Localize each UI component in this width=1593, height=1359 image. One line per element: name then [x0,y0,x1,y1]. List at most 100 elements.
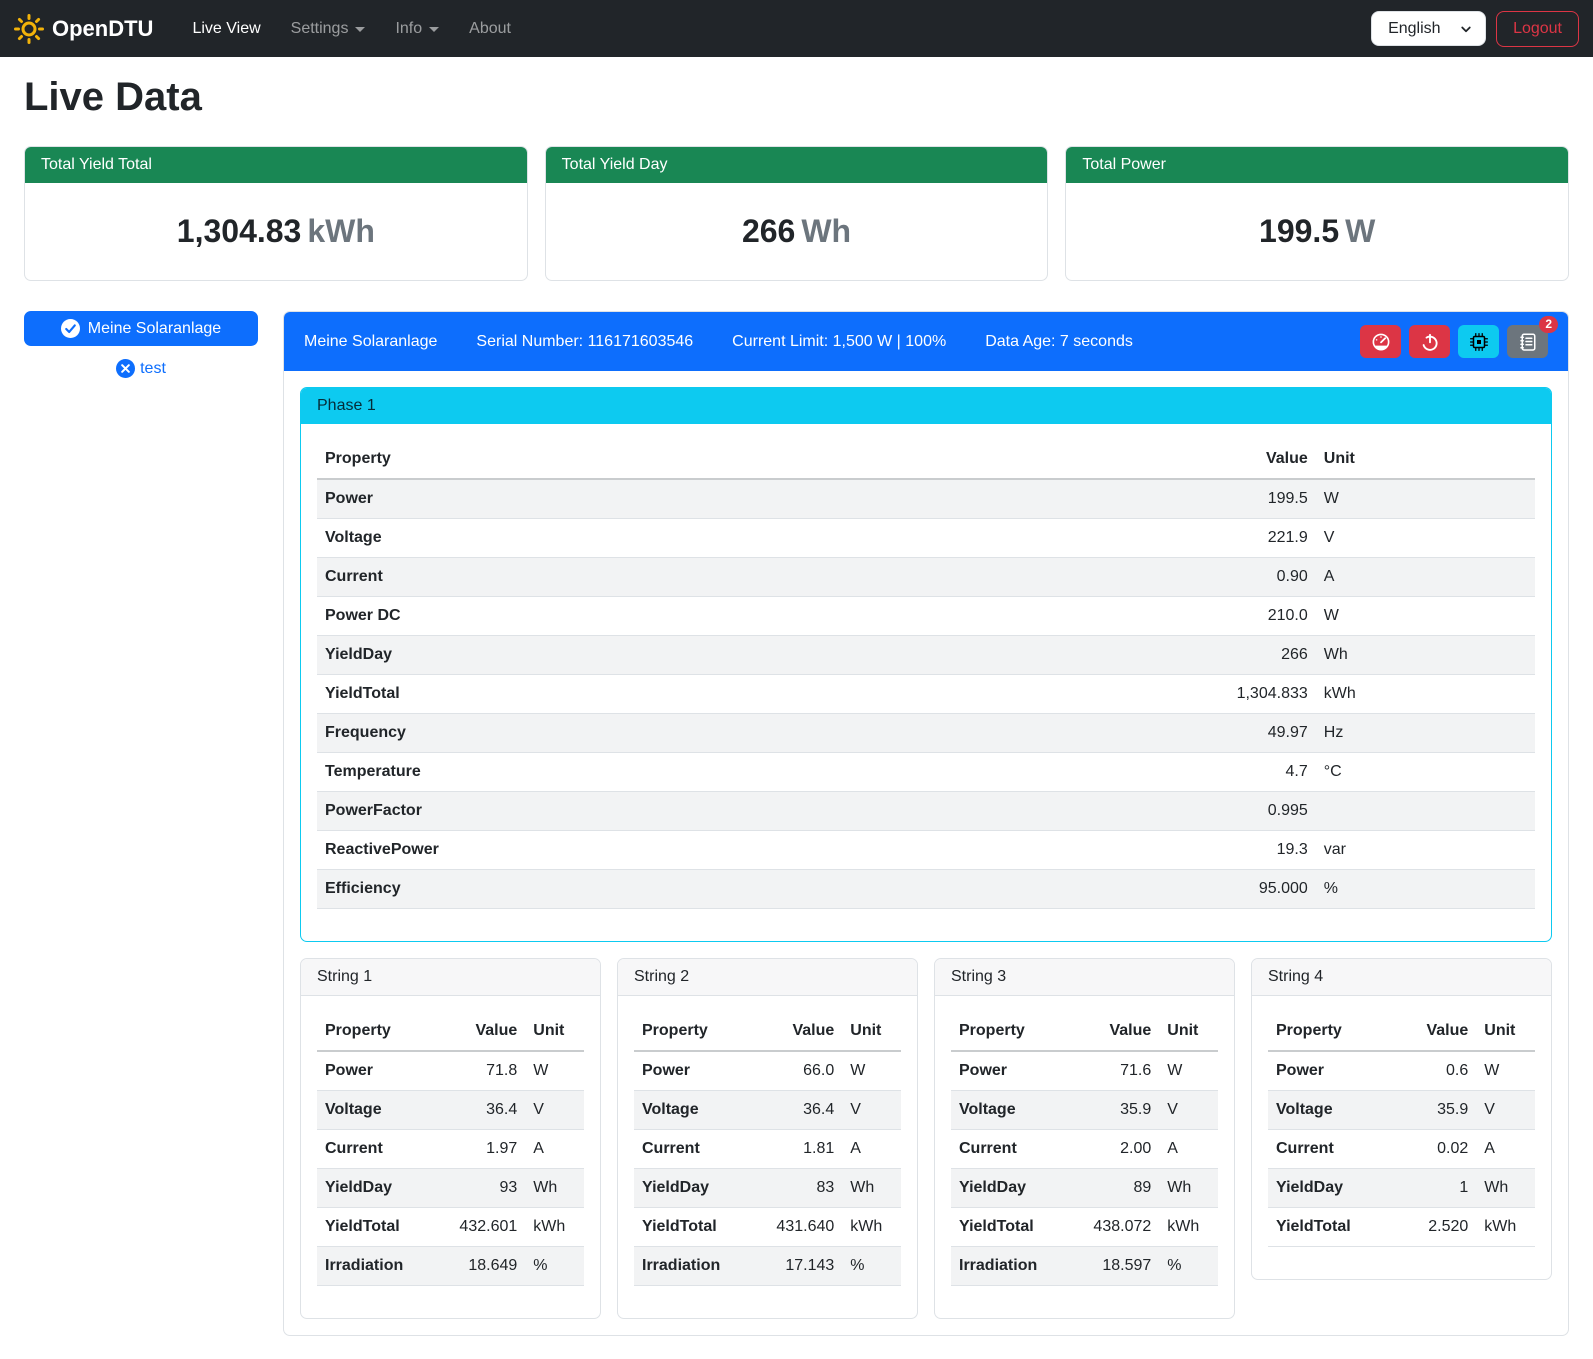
unit-cell: W [842,1051,901,1091]
table-row: Voltage36.4V [634,1091,901,1130]
nav-item-label: Info [395,20,422,38]
event-log-button[interactable]: 2 [1507,325,1548,358]
table-header-row: Property Value Unit [317,440,1535,479]
value-cell: 36.4 [746,1091,842,1130]
device-info-button[interactable] [1458,325,1499,358]
value-cell: 66.0 [746,1051,842,1091]
inverter-serial: Serial Number: 116171603546 [476,333,693,351]
unit-cell: % [1159,1247,1218,1286]
column-header-value: Value [1380,1012,1476,1051]
table-row: Voltage36.4V [317,1091,584,1130]
brand[interactable]: OpenDTU [14,14,153,44]
table-row: YieldTotal1,304.833kWh [317,675,1535,714]
property-cell: PowerFactor [317,792,1133,831]
phase-panel: Phase 1 Property Value Unit Power199.5WV… [300,387,1552,942]
column-header-value: Value [429,1012,525,1051]
value-cell: 0.02 [1380,1130,1476,1169]
string-table: Property Value Unit Power0.6WVoltage35.9… [1268,1012,1535,1247]
table-header-row: Property Value Unit [951,1012,1218,1051]
property-cell: Current [317,1130,429,1169]
property-cell: ReactivePower [317,831,1133,870]
property-cell: Voltage [317,519,1133,558]
value-cell: 432.601 [429,1208,525,1247]
column-header-property: Property [317,1012,429,1051]
unit-cell: A [1476,1130,1535,1169]
unit-cell: °C [1316,753,1535,792]
unit-cell: V [1316,519,1535,558]
unit-cell: V [1159,1091,1218,1130]
navbar-right: English Logout [1371,11,1579,47]
check-circle-icon [61,319,80,338]
unit-cell: W [1159,1051,1218,1091]
inverter-selected-button[interactable]: Meine Solaranlage [24,311,258,346]
chevron-down-icon [355,27,365,32]
top-navbar: OpenDTU Live View Settings Info About En… [0,0,1593,57]
value-cell: 18.597 [1063,1247,1159,1286]
unit-cell: kWh [1316,675,1535,714]
value-cell: 199.5 [1133,479,1316,519]
property-cell: Voltage [951,1091,1063,1130]
unit-cell: W [1476,1051,1535,1091]
property-cell: Voltage [317,1091,429,1130]
value-cell: 19.3 [1133,831,1316,870]
property-cell: Irradiation [634,1247,746,1286]
summary-card-title: Total Power [1066,147,1568,183]
unit-cell: A [1159,1130,1218,1169]
nav-item-live-view[interactable]: Live View [177,12,275,46]
column-header-unit: Unit [1316,440,1535,479]
unit-cell: A [525,1130,584,1169]
summary-card-total-yield-total: Total Yield Total 1,304.83kWh [24,146,528,281]
summary-card-title: Total Yield Day [546,147,1048,183]
value-cell: 89 [1063,1169,1159,1208]
nav-links: Live View Settings Info About [177,12,526,46]
property-cell: Temperature [317,753,1133,792]
inverter-data-age: Data Age: 7 seconds [985,333,1133,351]
nav-item-label: Live View [192,20,260,38]
property-cell: YieldDay [951,1169,1063,1208]
nav-item-settings[interactable]: Settings [276,12,381,46]
table-row: YieldTotal432.601kWh [317,1208,584,1247]
property-cell: Power [634,1051,746,1091]
page-container: Live Data Total Yield Total 1,304.83kWh … [0,75,1593,1350]
power-toggle-button[interactable] [1409,325,1450,358]
phase-body: Property Value Unit Power199.5WVoltage22… [301,424,1551,941]
inverter-card: Meine Solaranlage Serial Number: 1161716… [283,311,1569,1336]
value-cell: 431.640 [746,1208,842,1247]
property-cell: YieldTotal [317,675,1133,714]
table-row: Frequency49.97Hz [317,714,1535,753]
string-card-4: String 4 Property Value Unit [1251,958,1552,1280]
property-cell: Current [1268,1130,1380,1169]
table-row: Power DC210.0W [317,597,1535,636]
brand-label: OpenDTU [52,16,153,42]
string-card-3: String 3 Property Value Unit [934,958,1235,1319]
table-row: Power199.5W [317,479,1535,519]
column-header-unit: Unit [842,1012,901,1051]
property-cell: Power [951,1051,1063,1091]
language-select[interactable]: English [1371,11,1486,46]
string-table: Property Value Unit Power71.6WVoltage35.… [951,1012,1218,1286]
inverter-body: Phase 1 Property Value Unit Power199.5WV… [284,371,1568,1335]
table-header-row: Property Value Unit [634,1012,901,1051]
value-cell: 2.520 [1380,1208,1476,1247]
nav-item-about[interactable]: About [454,12,526,46]
inverter-secondary-item[interactable]: test [24,359,258,378]
column-header-unit: Unit [1476,1012,1535,1051]
value-cell: 35.9 [1063,1091,1159,1130]
phase-title: Phase 1 [301,388,1551,424]
table-row: Irradiation18.649% [317,1247,584,1286]
table-row: ReactivePower19.3var [317,831,1535,870]
property-cell: YieldTotal [1268,1208,1380,1247]
nav-item-info[interactable]: Info [380,12,454,46]
table-row: PowerFactor0.995 [317,792,1535,831]
value-cell: 35.9 [1380,1091,1476,1130]
string-body: Property Value Unit Power66.0WVoltage36.… [618,996,917,1318]
unit-cell: Hz [1316,714,1535,753]
property-cell: Power [317,1051,429,1091]
column-header-unit: Unit [525,1012,584,1051]
unit: Wh [801,213,851,249]
column-header-property: Property [1268,1012,1380,1051]
limit-settings-button[interactable] [1360,325,1401,358]
value-cell: 4.7 [1133,753,1316,792]
property-cell: Power [1268,1051,1380,1091]
logout-button[interactable]: Logout [1496,11,1579,47]
